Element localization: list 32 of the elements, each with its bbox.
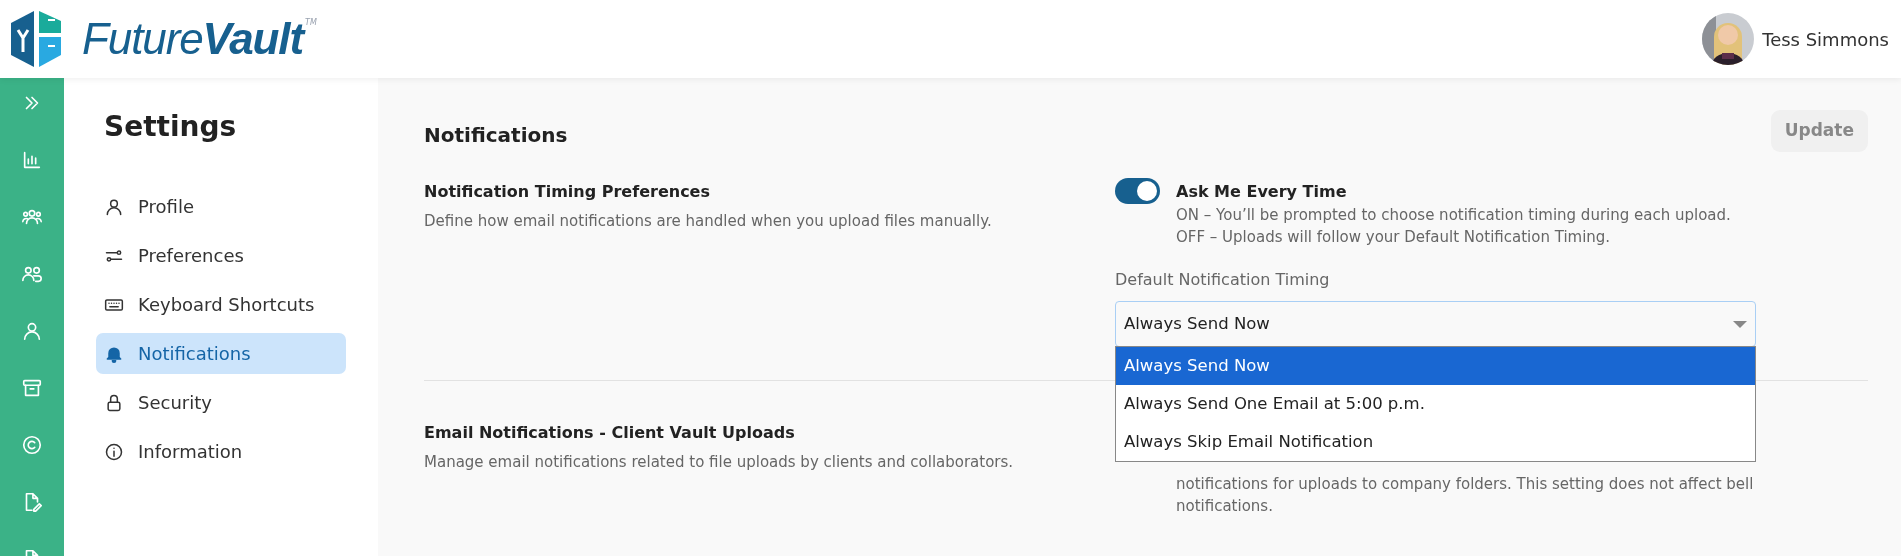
user-name: Tess Simmons [1762, 27, 1889, 52]
field-label: Default Notification Timing [1115, 269, 1331, 291]
copyright-icon[interactable] [21, 434, 43, 456]
toggle-help-text: OFF – Uploads will follow your Default Notification Timing. [1176, 227, 1612, 248]
info-icon [104, 441, 124, 462]
settings-nav-item[interactable]: Preferences [96, 235, 346, 276]
settings-title: Settings [104, 109, 238, 145]
settings-nav-item[interactable]: Keyboard Shortcuts [96, 284, 346, 325]
user-icon[interactable] [21, 320, 43, 342]
setting-title: Notification Timing Preferences [424, 181, 711, 203]
toggle-help-text: notifications. [1176, 496, 1274, 517]
settings-nav-item[interactable]: Notifications [96, 333, 346, 374]
user-menu[interactable]: Tess Simmons [1702, 13, 1889, 65]
dropdown-option[interactable]: Always Skip Email Notification [1116, 423, 1755, 461]
toggle-help-text: notifications for uploads to company folders. This setting does not affect bell [1176, 474, 1754, 495]
toggle-help-text: ON – You’ll be prompted to choose notification timing during each upload. [1176, 205, 1731, 226]
archive-box-icon[interactable] [21, 377, 43, 399]
section-title: Notifications [424, 122, 568, 149]
settings-nav-item[interactable]: Security [96, 382, 346, 423]
dropdown-select[interactable]: Always Send Now [1115, 301, 1756, 347]
setting-title: Email Notifications - Client Vault Uploads [424, 422, 796, 444]
setting-description: Define how email notifications are handled when you upload files manually. [424, 211, 993, 232]
dropdown-option[interactable]: Always Send Now [1116, 347, 1755, 385]
bar-chart-icon[interactable] [21, 149, 43, 171]
caret-icon [1733, 320, 1747, 328]
settings-nav-item[interactable]: Profile [96, 186, 346, 227]
settings-nav-item[interactable]: Information [96, 431, 346, 472]
lock-icon [104, 392, 124, 413]
toggle-switch[interactable] [1115, 178, 1160, 204]
setting-description: Manage email notifications related to file uploads by clients and collaborators. [424, 452, 1015, 473]
toggle-label: Ask Me Every Time [1176, 181, 1348, 203]
dropdown-option[interactable]: Always Send One Email at 5:00 p.m. [1116, 385, 1755, 423]
